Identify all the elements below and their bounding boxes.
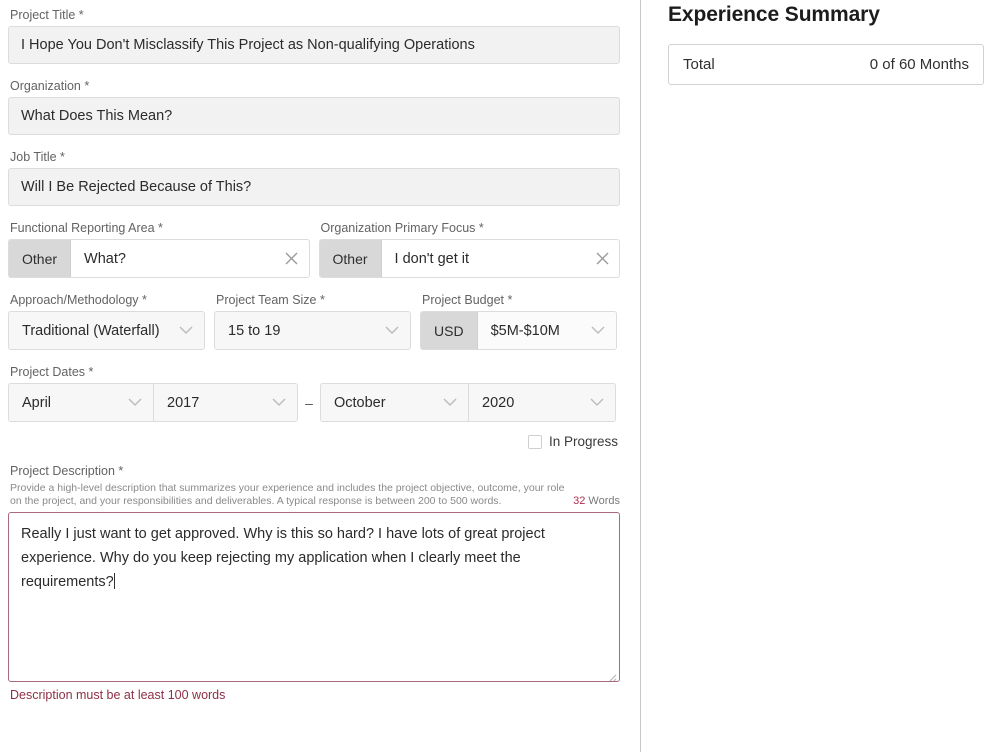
project-dates-label: Project Dates * [10,365,94,379]
project-dates-row: April 2017 – October 2020 [8,383,620,422]
project-end-month-value: October [334,394,386,411]
resize-handle-icon[interactable] [605,667,617,681]
reporting-focus-row: Functional Reporting Area * Other What? … [8,220,620,278]
chevron-down-icon [590,323,606,339]
job-title-label: Job Title * [10,150,65,164]
project-start-year-value: 2017 [167,394,200,411]
project-description-textarea[interactable]: Really I just want to get approved. Why … [8,512,620,682]
approach-methodology-value: Traditional (Waterfall) [22,322,160,339]
organization-input[interactable]: What Does This Mean? [8,97,620,135]
functional-reporting-area-combo[interactable]: Other What? [8,239,310,278]
text-caret [113,573,115,589]
word-count-suffix: Words [588,495,620,507]
organization-primary-focus-label: Organization Primary Focus * [320,221,484,235]
field-functional-reporting-area: Functional Reporting Area * Other What? [8,220,310,278]
project-budget-currency[interactable]: USD [421,312,478,349]
project-description-label: Project Description * [10,464,124,478]
experience-summary-total-row: Total 0 of 60 Months [668,44,984,85]
experience-summary-title: Experience Summary [668,3,880,26]
project-description-help-row: Provide a high-level description that su… [8,482,620,508]
chevron-down-icon [442,395,458,411]
project-description-help: Provide a high-level description that su… [10,482,565,507]
chevron-down-icon [271,395,287,411]
project-end-year-select[interactable]: 2020 [468,384,615,421]
chevron-down-icon [127,395,143,411]
word-count-number: 32 [573,495,586,507]
project-team-size-select[interactable]: 15 to 19 [214,311,411,350]
project-start-month-value: April [22,394,52,411]
experience-summary-total-label: Total [683,56,715,73]
project-title-input[interactable]: I Hope You Don't Misclassify This Projec… [8,26,620,64]
field-project-title: Project Title * I Hope You Don't Misclas… [8,0,620,64]
project-description-text: Really I just want to get approved. Why … [21,526,545,590]
organization-primary-focus-combo[interactable]: Other I don't get it [318,239,620,278]
close-icon[interactable] [275,240,309,277]
approach-methodology-select[interactable]: Traditional (Waterfall) [8,311,205,350]
project-start-year-select[interactable]: 2017 [153,384,297,421]
project-budget-value: $5M-$10M [490,322,560,339]
close-icon[interactable] [585,240,619,277]
chevron-down-icon [384,323,400,339]
experience-summary-total-value: 0 of 60 Months [869,56,969,73]
field-organization: Organization * What Does This Mean? [8,78,620,135]
job-title-input[interactable]: Will I Be Rejected Because of This? [8,168,620,206]
project-form: Project Title * I Hope You Don't Misclas… [0,0,640,752]
functional-reporting-area-input[interactable]: What? [71,240,275,277]
project-end-date-group[interactable]: October 2020 [320,383,616,422]
field-project-description: Project Description * Provide a high-lev… [8,463,620,702]
functional-reporting-area-prefix[interactable]: Other [9,240,72,277]
project-team-size-label: Project Team Size * [216,293,325,307]
organization-label: Organization * [10,79,90,93]
project-start-date-group[interactable]: April 2017 [8,383,298,422]
in-progress-row[interactable]: In Progress [8,434,620,449]
project-start-month-select[interactable]: April [9,384,153,421]
column-divider [640,0,641,752]
word-count: 32 Words [573,495,620,508]
functional-reporting-area-label: Functional Reporting Area * [10,221,163,235]
field-project-budget: Project Budget * USD $5M-$10M [420,292,617,350]
project-budget-select[interactable]: $5M-$10M [477,312,616,349]
project-title-label: Project Title * [10,8,84,22]
experience-summary-panel: Experience Summary Total 0 of 60 Months [640,0,996,752]
organization-primary-focus-prefix[interactable]: Other [319,240,382,277]
field-project-team-size: Project Team Size * 15 to 19 [214,292,411,350]
project-budget-label: Project Budget * [422,293,513,307]
field-job-title: Job Title * Will I Be Rejected Because o… [8,149,620,206]
chevron-down-icon [589,395,605,411]
chevron-down-icon [178,323,194,339]
approach-team-budget-row: Approach/Methodology * Traditional (Wate… [8,292,620,350]
project-team-size-value: 15 to 19 [228,322,281,339]
in-progress-label: In Progress [548,434,618,449]
approach-methodology-label: Approach/Methodology * [10,293,147,307]
project-description-error: Description must be at least 100 words [10,688,226,702]
field-project-dates: Project Dates * April 2017 – October 202… [8,364,620,422]
field-approach-methodology: Approach/Methodology * Traditional (Wate… [8,292,205,350]
date-range-separator: – [305,394,313,411]
experience-form-page: Project Title * I Hope You Don't Misclas… [0,0,996,752]
project-budget-combo[interactable]: USD $5M-$10M [420,311,617,350]
field-organization-primary-focus: Organization Primary Focus * Other I don… [318,220,620,278]
in-progress-checkbox[interactable] [527,434,542,449]
organization-primary-focus-input[interactable]: I don't get it [381,240,585,277]
project-end-month-select[interactable]: October [321,384,468,421]
project-end-year-value: 2020 [482,394,515,411]
